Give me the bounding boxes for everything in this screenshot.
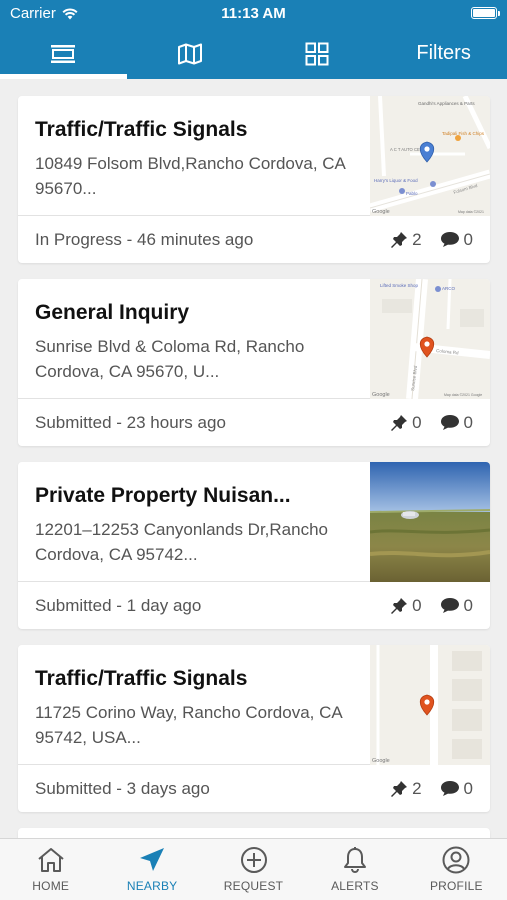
request-status: In Progress - 46 minutes ago xyxy=(35,229,254,249)
pin-count: 2 xyxy=(390,230,422,250)
map-label: Lifted Smoke Shop xyxy=(380,283,419,288)
tab-alerts[interactable]: ALERTS xyxy=(304,839,405,900)
comment-count: 0 xyxy=(440,779,473,799)
list-view-icon xyxy=(51,44,76,63)
photo-thumbnail xyxy=(370,462,490,582)
request-title: Private Property Nuisan... xyxy=(35,484,291,507)
map-label: Harry's Liquor & Food xyxy=(374,178,418,183)
tab-profile[interactable]: PROFILE xyxy=(406,839,507,900)
tab-label: HOME xyxy=(32,879,70,893)
tab-request[interactable]: REQUEST xyxy=(203,839,304,900)
google-logo: Google xyxy=(372,209,390,215)
pin-count: 0 xyxy=(390,596,422,616)
map-copyright: Map data ©2021 Google xyxy=(444,393,482,397)
pin-icon xyxy=(391,414,408,431)
map-copyright: Map data ©2021 xyxy=(458,210,484,214)
google-logo: Google xyxy=(372,392,390,398)
request-card[interactable]: Private Property Nuisan... 12201–12253 C… xyxy=(18,462,490,629)
tab-nearby[interactable]: NEARBY xyxy=(101,839,202,900)
map-thumbnail: Lifted Smoke Shop ARCO Coloma Rd Sunrise… xyxy=(370,279,490,399)
clock: 11:13 AM xyxy=(221,5,286,22)
comment-count: 0 xyxy=(440,230,473,250)
request-address: Sunrise Blvd & Coloma Rd, Rancho Cordova… xyxy=(35,337,305,381)
request-title: Traffic/Traffic Signals xyxy=(35,667,248,690)
app-header: Carrier 11:13 AM Filters xyxy=(0,0,507,79)
filters-label: Filters xyxy=(416,42,471,64)
grid-view-icon xyxy=(305,42,329,65)
map-label: Gandhi's Appliances & Parts xyxy=(418,101,475,106)
comment-icon xyxy=(440,232,459,247)
pin-count: 0 xyxy=(390,413,422,433)
list-view-button[interactable] xyxy=(0,28,127,79)
request-status: Submitted - 23 hours ago xyxy=(35,412,226,432)
request-title: General Inquiry xyxy=(35,301,190,324)
home-icon xyxy=(38,848,64,872)
tab-label: REQUEST xyxy=(223,879,284,893)
google-logo: Google xyxy=(372,758,390,764)
tab-label: ALERTS xyxy=(331,879,379,893)
comment-icon xyxy=(440,781,459,796)
map-view-button[interactable] xyxy=(127,28,254,79)
nearby-arrow-icon xyxy=(140,848,165,871)
map-label: Pablo xyxy=(406,191,418,196)
pin-count: 2 xyxy=(390,779,422,799)
map-label: Tadipali Fish & Chips xyxy=(442,131,485,136)
pin-icon xyxy=(391,231,408,248)
request-card[interactable]: Traffic/Traffic Signals 10849 Folsom Blv… xyxy=(18,96,490,263)
request-status: Submitted - 1 day ago xyxy=(35,595,202,615)
pin-icon xyxy=(391,597,408,614)
request-list: Traffic/Traffic Signals 10849 Folsom Blv… xyxy=(18,96,490,848)
status-bar: Carrier 11:13 AM xyxy=(0,0,507,28)
view-toolbar: Filters xyxy=(0,28,507,79)
request-title: Traffic/Traffic Signals xyxy=(35,118,248,141)
request-address: 12201–12253 Canyonlands Dr,Rancho Cordov… xyxy=(35,520,329,564)
bottom-tab-bar: HOME NEARBY REQUEST ALERTS PROFILE xyxy=(0,838,507,900)
bell-icon xyxy=(343,847,366,874)
comment-icon xyxy=(440,415,459,430)
request-address: 10849 Folsom Blvd,Rancho Cordova, CA 956… xyxy=(35,154,345,198)
map-label: ARCO xyxy=(442,286,456,291)
grid-view-button[interactable] xyxy=(254,28,381,79)
pin-icon xyxy=(391,780,408,797)
battery-icon xyxy=(471,7,500,19)
comment-icon xyxy=(440,598,459,613)
request-address: 11725 Corino Way, Rancho Cordova, CA 957… xyxy=(35,703,342,747)
map-thumbnail: Gandhi's Appliances & Parts Tadipali Fis… xyxy=(370,96,490,216)
comment-count: 0 xyxy=(440,596,473,616)
tab-label: PROFILE xyxy=(429,879,483,893)
add-circle-icon xyxy=(240,847,267,873)
request-card[interactable]: Traffic/Traffic Signals 11725 Corino Way… xyxy=(18,645,490,812)
request-card[interactable]: General Inquiry Sunrise Blvd & Coloma Rd… xyxy=(18,279,490,446)
request-status: Submitted - 3 days ago xyxy=(35,778,210,798)
filters-button[interactable]: Filters xyxy=(380,28,507,79)
map-view-icon xyxy=(178,43,203,64)
map-thumbnail: Google xyxy=(370,645,490,765)
tab-label: NEARBY xyxy=(126,879,178,893)
profile-icon xyxy=(442,846,470,874)
tab-home[interactable]: HOME xyxy=(0,839,101,900)
comment-count: 0 xyxy=(440,413,473,433)
